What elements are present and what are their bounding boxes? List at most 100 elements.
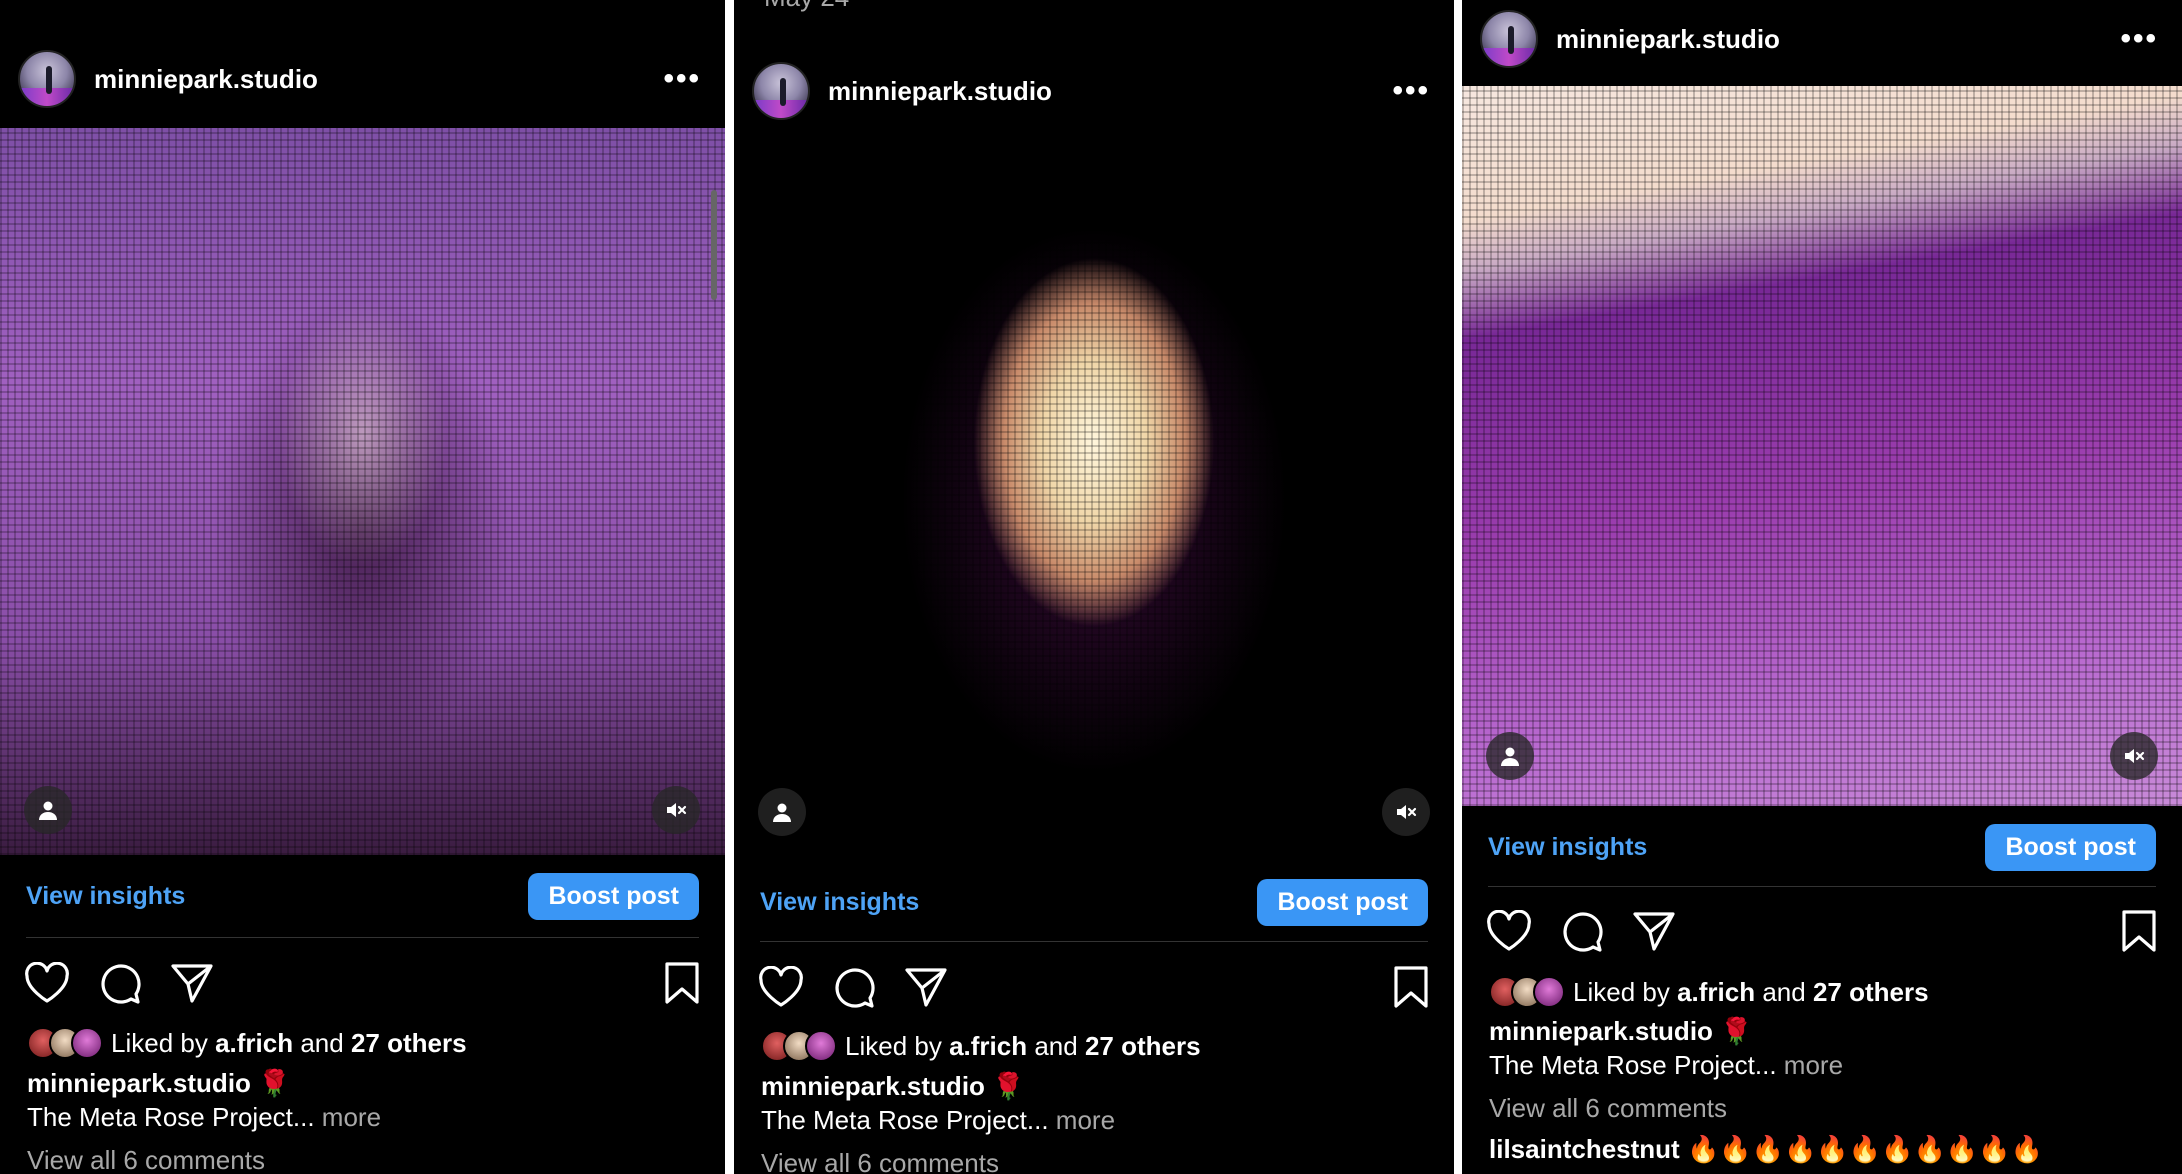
- post-panel-2: May 24 minniepark.studio ••• View insigh…: [734, 0, 1454, 1174]
- caption-more-link[interactable]: more: [1784, 1050, 1843, 1080]
- liked-others[interactable]: 27 others: [1813, 977, 1929, 1008]
- action-icons: [24, 960, 701, 1006]
- caption-text: The Meta Rose Project...: [1489, 1050, 1777, 1080]
- comment-username[interactable]: lilsaintchestnut: [1489, 1134, 1680, 1164]
- view-comments-link[interactable]: View all 6 comments: [761, 1148, 999, 1174]
- liker-avatars: [27, 1027, 103, 1059]
- view-insights-link[interactable]: View insights: [26, 882, 185, 911]
- media-texture: [1462, 86, 2182, 806]
- liked-and: and: [1034, 1030, 1078, 1061]
- speaker-muted-icon: [2125, 749, 2145, 763]
- mute-button[interactable]: [2110, 732, 2158, 780]
- liked-and: and: [300, 1027, 344, 1058]
- liked-user[interactable]: a.frich: [215, 1028, 293, 1059]
- caption-user-line: minniepark.studio 🌹: [27, 1068, 291, 1099]
- post-media[interactable]: [1462, 86, 2182, 806]
- post-panel-3: minniepark.studio ••• View insights Boos…: [1462, 0, 2182, 1174]
- heart-icon[interactable]: [758, 966, 804, 1008]
- more-options-icon[interactable]: •••: [2120, 22, 2158, 56]
- caption-text-line: The Meta Rose Project... more: [27, 1102, 381, 1133]
- heart-icon[interactable]: [1486, 910, 1532, 952]
- bookmark-icon[interactable]: [1392, 965, 1430, 1009]
- comment-icon[interactable]: [98, 961, 142, 1005]
- mute-button[interactable]: [1382, 788, 1430, 836]
- post-date: May 24: [764, 0, 849, 13]
- liked-by-label: Liked by: [111, 1027, 208, 1058]
- avatar[interactable]: [18, 50, 76, 108]
- heart-icon[interactable]: [24, 962, 70, 1004]
- caption-text-line: The Meta Rose Project... more: [761, 1105, 1115, 1136]
- boost-post-button[interactable]: Boost post: [1257, 878, 1428, 926]
- divider: [1488, 886, 2156, 887]
- insights-bar: View insights Boost post: [1462, 817, 2182, 877]
- person-icon: [39, 801, 57, 820]
- media-texture: [0, 128, 725, 855]
- person-icon: [773, 803, 791, 822]
- caption-username[interactable]: minniepark.studio: [27, 1068, 251, 1098]
- divider: [26, 937, 699, 938]
- caption-more-link[interactable]: more: [1056, 1105, 1115, 1135]
- comment-line: lilsaintchestnut 🔥🔥🔥🔥🔥🔥🔥🔥🔥🔥🔥: [1489, 1134, 2043, 1165]
- view-comments-link[interactable]: View all 6 comments: [27, 1145, 265, 1174]
- caption-username[interactable]: minniepark.studio: [1489, 1016, 1713, 1046]
- caption-user-line: minniepark.studio 🌹: [761, 1071, 1025, 1102]
- rose-emoji: 🌹: [992, 1071, 1025, 1101]
- likes-line[interactable]: Liked by a.frich and 27 others: [761, 1030, 1201, 1062]
- liked-and: and: [1762, 976, 1806, 1007]
- post-header: minniepark.studio •••: [0, 42, 725, 116]
- post-media[interactable]: [734, 140, 1454, 860]
- more-options-icon[interactable]: •••: [1392, 74, 1430, 108]
- boost-post-button[interactable]: Boost post: [528, 872, 699, 920]
- tagged-people-button[interactable]: [24, 786, 72, 834]
- post-media[interactable]: [0, 128, 725, 855]
- caption-username[interactable]: minniepark.studio: [761, 1071, 985, 1101]
- caption-text: The Meta Rose Project...: [761, 1105, 1049, 1135]
- mute-button[interactable]: [652, 786, 700, 834]
- caption-more-link[interactable]: more: [322, 1102, 381, 1132]
- caption-text: The Meta Rose Project...: [27, 1102, 315, 1132]
- paper-plane-icon[interactable]: [170, 962, 214, 1004]
- liked-others[interactable]: 27 others: [1085, 1031, 1201, 1062]
- caption-text-line: The Meta Rose Project... more: [1489, 1050, 1843, 1081]
- paper-plane-icon[interactable]: [904, 966, 948, 1008]
- insights-bar: View insights Boost post: [734, 872, 1454, 932]
- post-header: minniepark.studio •••: [1462, 2, 2182, 76]
- avatar[interactable]: [1480, 10, 1538, 68]
- bookmark-icon[interactable]: [663, 961, 701, 1005]
- action-icons: [1486, 908, 2158, 954]
- avatar[interactable]: [752, 62, 810, 120]
- post-panel-1: minniepark.studio ••• View insights Boos…: [0, 0, 725, 1174]
- boost-post-button[interactable]: Boost post: [1985, 823, 2156, 871]
- more-options-icon[interactable]: •••: [663, 62, 701, 96]
- view-insights-link[interactable]: View insights: [760, 888, 919, 917]
- caption-user-line: minniepark.studio 🌹: [1489, 1016, 1753, 1047]
- liker-avatars: [761, 1030, 837, 1062]
- divider: [760, 941, 1428, 942]
- bookmark-icon[interactable]: [2120, 909, 2158, 953]
- comment-icon[interactable]: [1560, 909, 1604, 953]
- likes-line[interactable]: Liked by a.frich and 27 others: [27, 1027, 467, 1059]
- speaker-muted-icon: [667, 803, 687, 817]
- liked-user[interactable]: a.frich: [949, 1031, 1027, 1062]
- view-insights-link[interactable]: View insights: [1488, 833, 1647, 862]
- rose-emoji: 🌹: [1720, 1016, 1753, 1046]
- liked-others[interactable]: 27 others: [351, 1028, 467, 1059]
- rose-emoji: 🌹: [258, 1068, 291, 1098]
- tagged-people-button[interactable]: [1486, 732, 1534, 780]
- action-icons: [758, 964, 1430, 1010]
- username[interactable]: minniepark.studio: [1556, 24, 1780, 55]
- paper-plane-icon[interactable]: [1632, 910, 1676, 952]
- scrollbar[interactable]: [711, 190, 717, 300]
- insights-bar: View insights Boost post: [0, 866, 725, 926]
- comment-icon[interactable]: [832, 965, 876, 1009]
- tagged-people-button[interactable]: [758, 788, 806, 836]
- liked-by-label: Liked by: [845, 1030, 942, 1061]
- media-texture: [734, 140, 1454, 860]
- post-header: minniepark.studio •••: [734, 54, 1454, 128]
- username[interactable]: minniepark.studio: [94, 64, 318, 95]
- view-comments-link[interactable]: View all 6 comments: [1489, 1093, 1727, 1124]
- person-icon: [1501, 747, 1519, 766]
- liked-user[interactable]: a.frich: [1677, 977, 1755, 1008]
- likes-line[interactable]: Liked by a.frich and 27 others: [1489, 976, 1929, 1008]
- username[interactable]: minniepark.studio: [828, 76, 1052, 107]
